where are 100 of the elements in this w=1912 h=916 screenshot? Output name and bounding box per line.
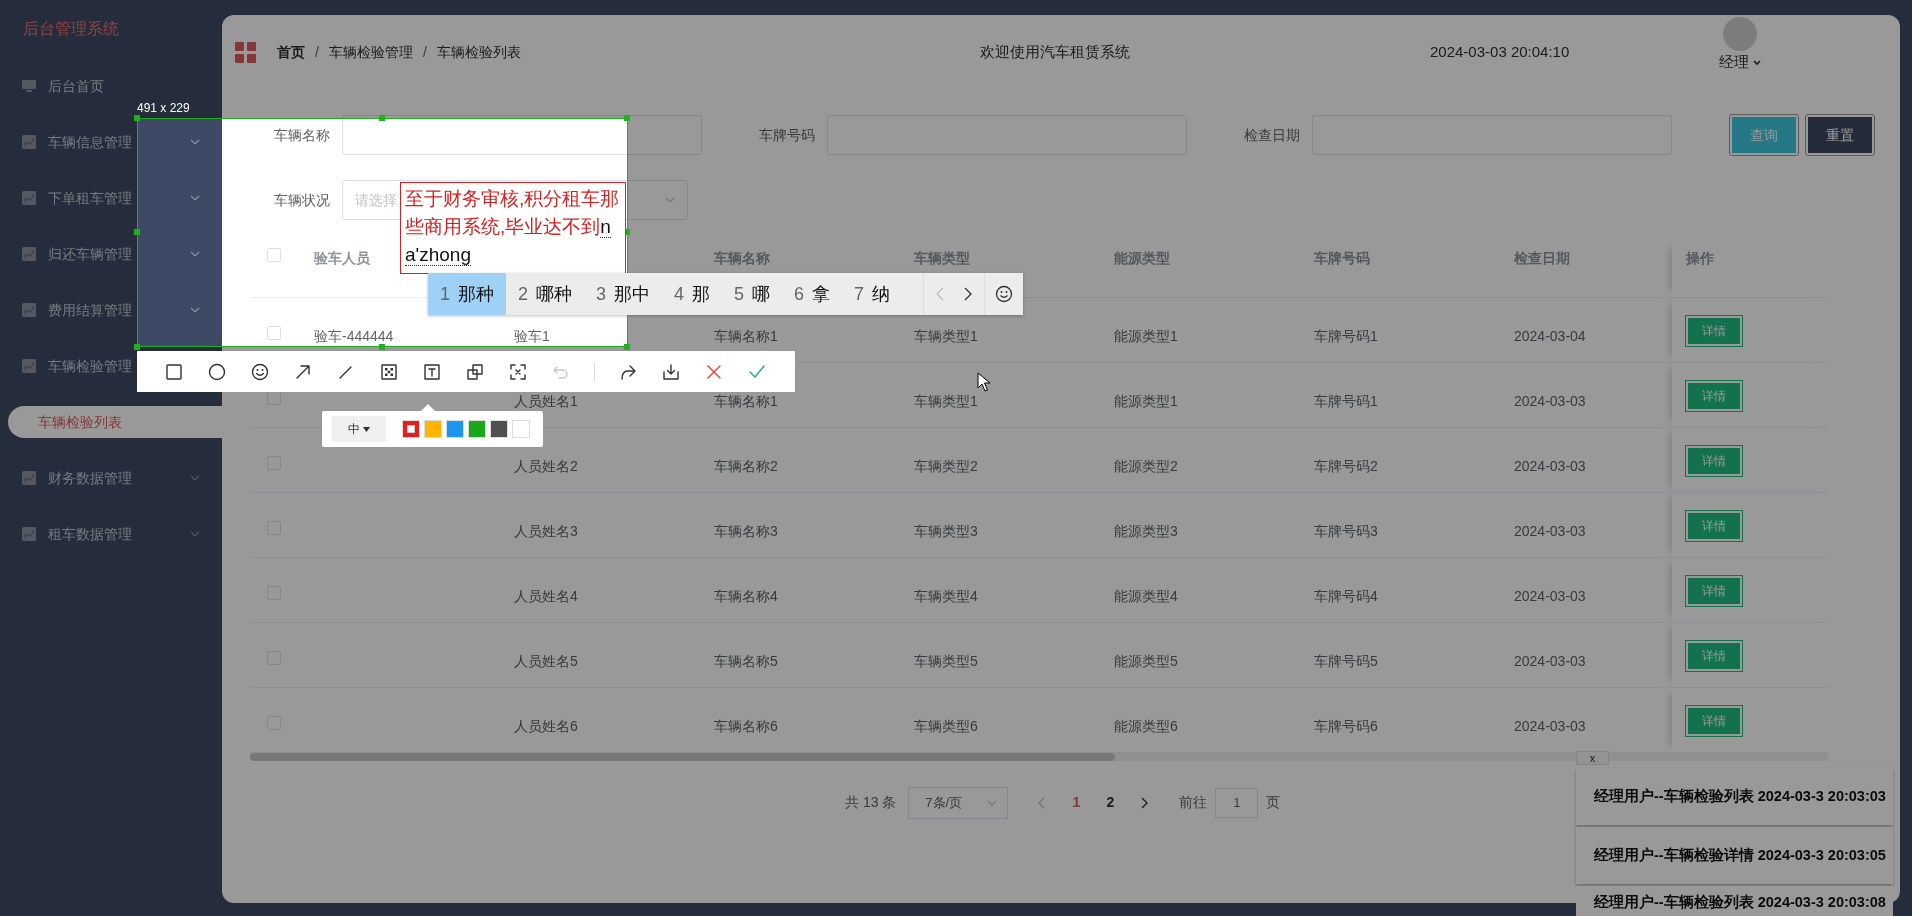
resize-handle[interactable] [134, 344, 140, 350]
avatar[interactable] [1723, 17, 1758, 52]
user-name[interactable]: 经理 [1719, 51, 1750, 74]
breadcrumb-item: 车辆检验列表 [436, 43, 521, 62]
sidebar-item[interactable]: 车辆信息管理 [22, 131, 132, 153]
table-cell: 车牌号码3 [1314, 522, 1378, 539]
monitor-icon [22, 79, 36, 93]
ime-candidate[interactable]: 2 哪种 [506, 273, 585, 315]
sidebar-item[interactable]: 租车数据管理 [22, 523, 132, 545]
detail-button[interactable]: 详情 [1686, 380, 1742, 411]
field-label: 车牌号码 [758, 125, 815, 145]
goto-suffix: 页 [1266, 793, 1281, 812]
circle-icon[interactable] [207, 361, 227, 382]
table-cell: 2024-03-03 [1514, 522, 1586, 539]
download-icon[interactable] [661, 361, 681, 382]
detail-button[interactable]: 详情 [1686, 575, 1742, 606]
resize-handle[interactable] [379, 115, 385, 121]
table-cell: 能源类型6 [1114, 717, 1178, 734]
checkbox[interactable] [267, 248, 281, 262]
smiley-icon[interactable] [250, 361, 270, 382]
cursor-icon [977, 372, 991, 392]
ime-candidate[interactable]: 3 那中 [584, 273, 663, 315]
font-size-dropdown[interactable]: 中 [332, 416, 386, 442]
text-annotation[interactable]: 至于财务审核,积分租车那些商用系统,毕业达不到na'zhong [400, 182, 626, 274]
table-cell: 车辆类型1 [914, 392, 978, 409]
resize-handle[interactable] [134, 115, 140, 121]
breadcrumb-item[interactable]: 首页 [277, 42, 305, 63]
table-cell: 车辆名称1 [714, 327, 778, 344]
breadcrumb-separator: / [422, 43, 427, 62]
caret-icon[interactable] [1753, 59, 1762, 66]
chevron-down-icon [190, 307, 200, 313]
chevron-down-icon [665, 197, 675, 203]
sidebar-item[interactable]: 后台首页 [22, 75, 104, 97]
notification[interactable]: 经理用户--车辆检验列表 2024-03-3 20:03:03 [1576, 768, 1893, 825]
detail-button[interactable]: 详情 [1686, 510, 1742, 541]
table-cell: 车辆名称3 [714, 522, 778, 539]
chevron-right-icon[interactable] [1140, 796, 1149, 809]
color-swatch[interactable] [402, 420, 420, 438]
ime-candidate[interactable]: 1 那种 [428, 273, 506, 315]
sidebar-item[interactable]: 财务数据管理 [22, 467, 132, 489]
table-cell: 能源类型1 [1114, 327, 1178, 344]
close-button[interactable]: x [1576, 751, 1609, 765]
resize-handle[interactable] [624, 115, 630, 121]
table-cell: 车辆类型3 [914, 522, 978, 539]
ime-candidate[interactable]: 6 拿 [782, 273, 843, 315]
color-swatch[interactable] [424, 420, 442, 438]
table-cell: 人员姓名2 [514, 457, 578, 474]
grid-icon[interactable] [235, 41, 257, 64]
scan-icon[interactable] [508, 361, 528, 382]
notification[interactable]: 经理用户--车辆检验详情 2024-03-3 20:03:05 [1576, 827, 1893, 884]
page-input[interactable]: 1 [1215, 787, 1259, 818]
breadcrumb-separator: / [315, 43, 319, 62]
checkbox[interactable] [267, 325, 281, 340]
resize-handle[interactable] [624, 344, 630, 350]
page-size-select[interactable]: 7条/页 [908, 786, 1009, 819]
reset-button[interactable]: 重置 [1806, 115, 1874, 155]
scrollbar-thumb[interactable] [250, 752, 1115, 761]
resize-handle[interactable] [379, 344, 385, 350]
table-cell: 2024-03-03 [1514, 587, 1586, 604]
table-cell: 2024-03-03 [1514, 652, 1586, 669]
chevron-right-icon[interactable] [964, 287, 972, 301]
table-cell: 车辆名称6 [714, 717, 778, 734]
mosaic-icon[interactable] [379, 361, 399, 382]
column-header: 车牌号码 [1314, 250, 1370, 266]
chart-icon [22, 247, 36, 261]
table-cell: 车牌号码5 [1314, 652, 1378, 669]
color-swatch[interactable] [490, 420, 508, 438]
ime-candidate[interactable]: 7 纳 [842, 273, 903, 315]
square-icon[interactable] [164, 361, 184, 382]
sidebar-item[interactable]: 车辆检验管理 [22, 355, 132, 377]
table-cell: 2024-03-03 [1514, 457, 1586, 474]
sidebar-item[interactable]: 下单租车管理 [22, 187, 132, 209]
goto-label: 前往 [1179, 793, 1208, 812]
table-cell: 人员姓名1 [514, 392, 578, 409]
breadcrumb-item[interactable]: 车辆检验管理 [328, 42, 413, 63]
detail-button[interactable]: 详情 [1686, 640, 1742, 671]
chart-icon [22, 191, 36, 205]
smiley-icon[interactable] [995, 285, 1013, 303]
sidebar-subitem[interactable]: 车辆检验列表 [8, 406, 222, 438]
column-header: 检查日期 [1514, 250, 1570, 266]
input-field[interactable] [342, 115, 702, 155]
ime-candidate[interactable]: 4 那 [662, 273, 723, 315]
page-number[interactable]: 1 [1059, 792, 1094, 813]
sidebar-item[interactable]: 费用结算管理 [22, 299, 132, 321]
table-cell: 验车-444444 [314, 327, 394, 344]
color-swatch[interactable] [446, 420, 464, 438]
color-swatch[interactable] [512, 420, 530, 438]
page-number[interactable]: 2 [1093, 792, 1128, 813]
table-cell: 车辆类型5 [914, 652, 978, 669]
field-label: 车辆状况 [273, 190, 330, 210]
detail-button[interactable]: 详情 [1686, 445, 1742, 476]
table-cell: 2024-03-03 [1514, 717, 1586, 734]
detail-button[interactable]: 详情 [1686, 315, 1742, 346]
resize-handle[interactable] [134, 229, 140, 235]
sidebar-item[interactable]: 归还车辆管理 [22, 243, 132, 265]
text-tool-icon[interactable] [422, 361, 442, 382]
ime-candidate[interactable]: 5 哪 [722, 273, 783, 315]
color-swatch[interactable] [468, 420, 486, 438]
detail-button[interactable]: 详情 [1686, 705, 1742, 736]
copy-icon[interactable] [465, 361, 485, 382]
